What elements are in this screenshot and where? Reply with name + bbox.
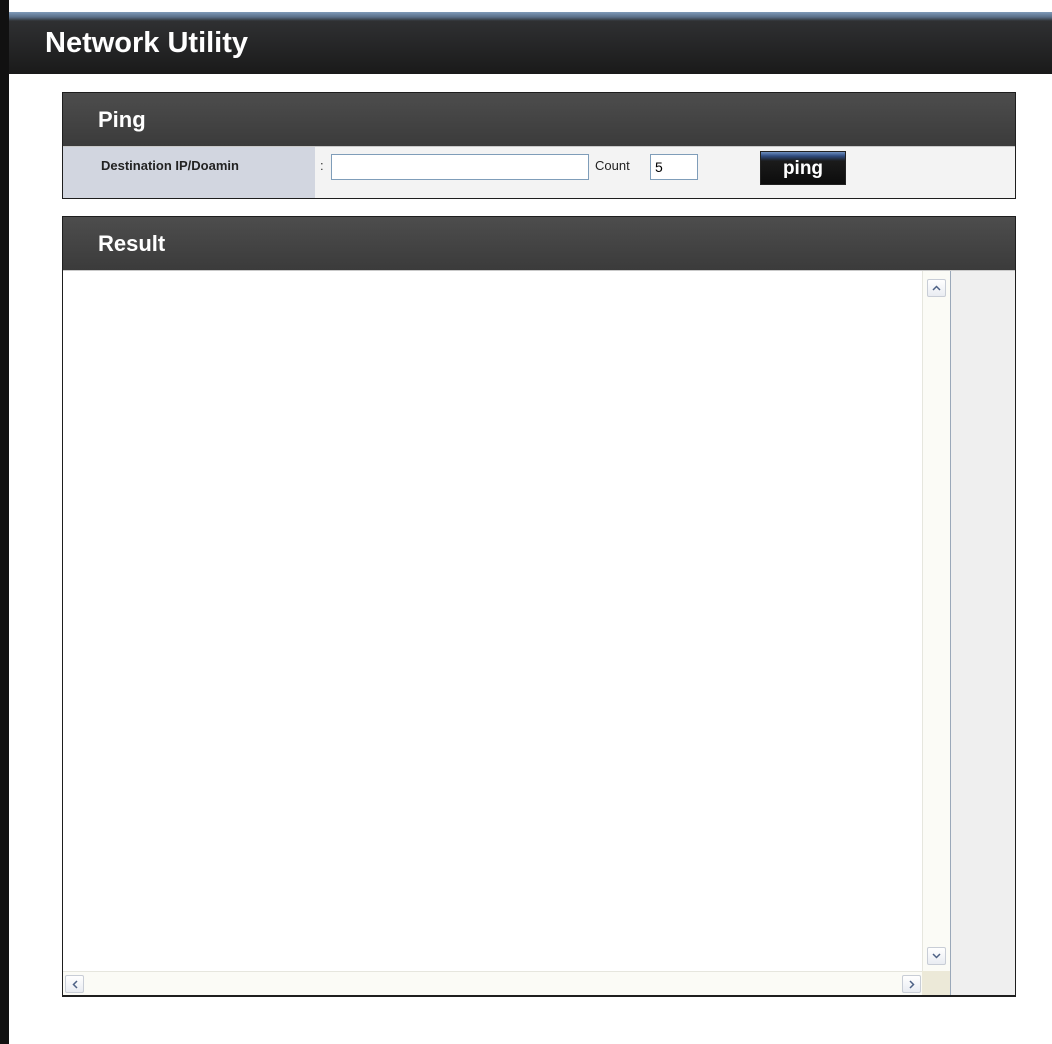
ping-panel-header: Ping [63,93,1015,146]
destination-label: Destination IP/Doamin [101,158,239,173]
count-input[interactable] [650,154,698,180]
page-title: Network Utility [45,27,249,59]
result-body [63,270,1015,995]
chevron-down-icon [932,953,941,959]
result-panel-header: Result [63,217,1015,270]
chevron-up-icon [932,285,941,291]
chevron-right-icon [908,979,915,989]
label-colon: : [320,158,324,173]
vertical-scrollbar[interactable] [922,271,950,971]
scroll-down-button[interactable] [927,947,946,965]
destination-input[interactable] [331,154,589,180]
count-label: Count [595,158,630,173]
ping-form-row: Destination IP/Doamin : Count ping [63,146,1015,198]
ping-panel: Ping Destination IP/Doamin : Count ping [62,92,1016,199]
horizontal-scrollbar[interactable] [63,971,923,995]
scroll-up-button[interactable] [927,279,946,297]
scroll-left-button[interactable] [65,975,84,993]
chevron-left-icon [71,979,78,989]
result-output [67,275,926,971]
result-panel: Result [62,216,1016,997]
destination-label-cell: Destination IP/Doamin [63,147,315,198]
result-textarea[interactable] [63,271,951,995]
ping-button[interactable]: ping [760,151,846,185]
result-section-title: Result [98,231,166,256]
ping-section-title: Ping [98,107,146,132]
scrollbar-corner [922,971,950,995]
left-border [0,0,9,1044]
scroll-right-button[interactable] [902,975,921,993]
